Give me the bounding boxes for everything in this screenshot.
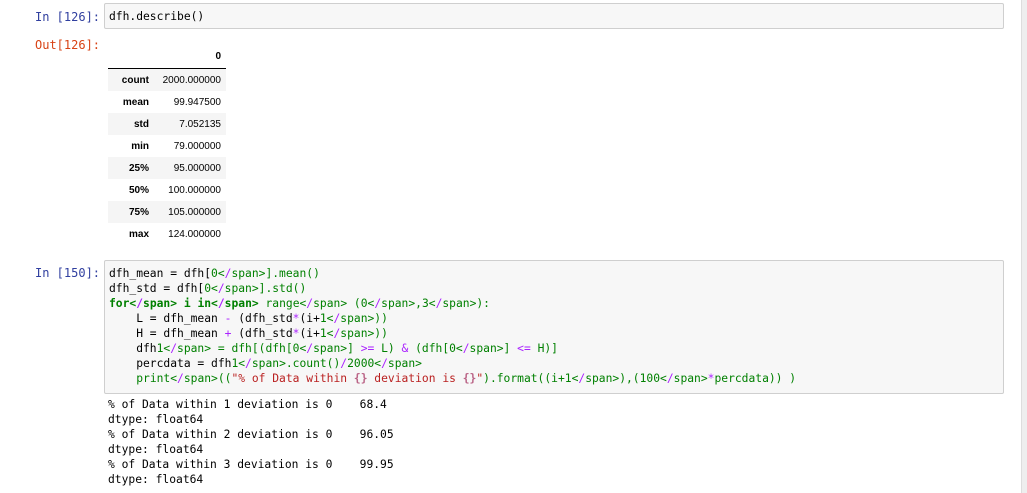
code-line: H = dfh_mean + (dfh_std*(i+1</span>)): [109, 327, 388, 340]
output-line: dtype: float64: [108, 443, 204, 456]
code-line: for</span> i in</span> range</span> (0</…: [109, 297, 490, 310]
code-input-area[interactable]: dfh_mean = dfh[0</span>].mean() dfh_std =…: [104, 260, 1004, 394]
output-line: % of Data within 3 deviation is 0 99.95: [108, 458, 394, 471]
in-prompt: In [150]:: [35, 266, 101, 280]
cell-output-stdout: % of Data within 1 deviation is 0 68.4 dt…: [108, 397, 394, 487]
code-cell-std-loop[interactable]: In [150]: dfh_mean = dfh[0</span>].mean(…: [0, 0, 1027, 493]
code-line: dfh_std = dfh[0</span>].std(): [109, 282, 307, 295]
output-line: dtype: float64: [108, 473, 204, 486]
page-scrollbar[interactable]: [1021, 0, 1027, 493]
code-line: dfh1</span> = dfh[(dfh[0</span>] >= L) &…: [109, 342, 558, 355]
output-line: % of Data within 1 deviation is 0 68.4: [108, 398, 387, 411]
code-line: percdata = dfh1</span>.count()/2000</spa…: [109, 357, 422, 370]
output-line: dtype: float64: [108, 413, 204, 426]
code-line: dfh_mean = dfh[0</span>].mean(): [109, 267, 320, 280]
code-line: L = dfh_mean - (dfh_std*(i+1</span>)): [109, 312, 388, 325]
code-line: print</span>(("% of Data within {} devia…: [136, 372, 797, 385]
output-line: % of Data within 2 deviation is 0 96.05: [108, 428, 394, 441]
